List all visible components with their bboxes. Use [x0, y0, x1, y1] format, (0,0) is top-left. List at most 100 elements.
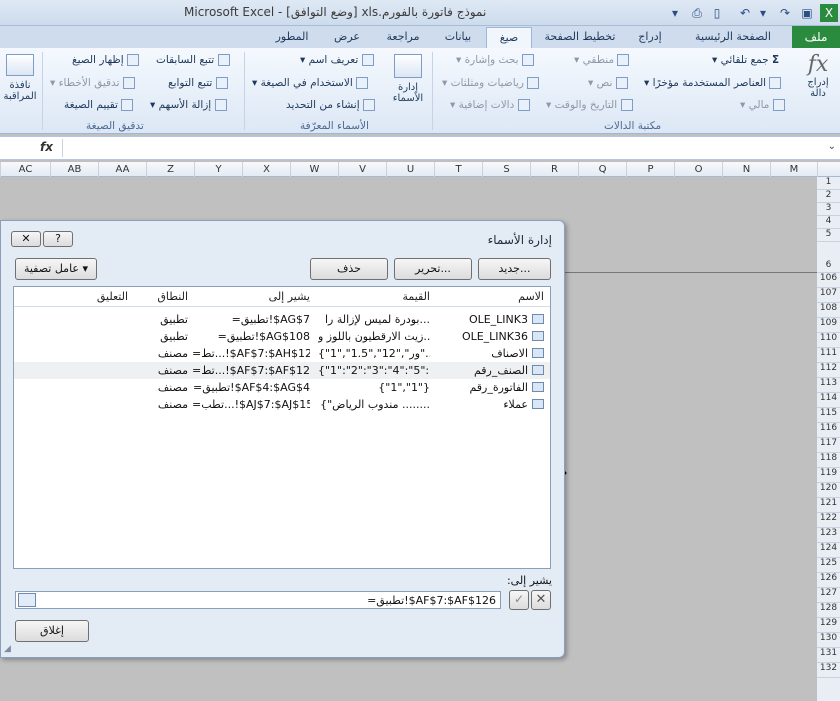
tab-insert[interactable]: إدراج: [628, 27, 672, 48]
filter-button[interactable]: عامل تصفية ▾: [15, 258, 97, 280]
list-item[interactable]: الاصناف {"1","ور","12","1.5"... =تط...!$…: [14, 345, 550, 362]
row-header[interactable]: 119: [817, 468, 840, 483]
undo-icon[interactable]: ↶: [736, 4, 754, 22]
row-header[interactable]: 117: [817, 438, 840, 453]
row-header[interactable]: 115: [817, 408, 840, 423]
row-header[interactable]: 126: [817, 573, 840, 588]
tab-data[interactable]: بيانات: [436, 27, 480, 48]
row-header[interactable]: 121: [817, 498, 840, 513]
column-header[interactable]: Z: [146, 162, 194, 177]
header-refers-to[interactable]: يشير إلى: [269, 290, 310, 303]
customize-qat-icon[interactable]: ▾: [666, 4, 684, 22]
lookup-button[interactable]: بحث وإشارة ▾: [456, 54, 534, 66]
tab-page-layout[interactable]: تخطيط الصفحة: [538, 27, 622, 48]
row-header[interactable]: 4: [817, 216, 840, 229]
list-item[interactable]: الفاتورة_رقم {"1","1"} =تطبيق!$AF$4:$AG$…: [14, 379, 550, 396]
header-comment[interactable]: التعليق: [97, 290, 128, 303]
column-header[interactable]: Q: [578, 162, 626, 177]
row-header[interactable]: 109: [817, 318, 840, 333]
column-header[interactable]: N: [722, 162, 770, 177]
create-from-selection-button[interactable]: إنشاء من التحديد: [286, 99, 375, 111]
row-header[interactable]: 116: [817, 423, 840, 438]
evaluate-formula-button[interactable]: تقييم الصيغة: [64, 99, 134, 111]
row-header[interactable]: 110: [817, 333, 840, 348]
column-header[interactable]: P: [626, 162, 674, 177]
row-header[interactable]: 112: [817, 363, 840, 378]
row-header[interactable]: 2: [817, 190, 840, 203]
new-file-icon[interactable]: ▯: [708, 4, 726, 22]
header-value[interactable]: القيمة: [402, 290, 430, 303]
more-functions-button[interactable]: دالات إضافية ▾: [450, 99, 530, 111]
tab-review[interactable]: مراجعة: [376, 27, 430, 48]
column-header[interactable]: R: [530, 162, 578, 177]
row-header[interactable]: 118: [817, 453, 840, 468]
financial-button[interactable]: مالي ▾: [740, 99, 785, 111]
show-formulas-button[interactable]: إظهار الصيغ: [72, 54, 140, 66]
row-header[interactable]: 120: [817, 483, 840, 498]
tab-view[interactable]: عرض: [324, 27, 370, 48]
row-header[interactable]: 108: [817, 303, 840, 318]
print-preview-icon[interactable]: ⎙: [688, 4, 706, 22]
formula-input[interactable]: [62, 139, 818, 157]
redo-icon[interactable]: ↷: [776, 4, 794, 22]
watch-window-button[interactable]: نافذة المراقبة: [0, 54, 40, 116]
delete-button[interactable]: حذف: [310, 258, 388, 280]
tab-home[interactable]: الصفحة الرئيسية: [689, 27, 777, 48]
row-header[interactable]: 127: [817, 588, 840, 603]
date-time-button[interactable]: التاريخ والوقت ▾: [546, 99, 633, 111]
row-header[interactable]: 6: [817, 242, 840, 273]
row-header[interactable]: 114: [817, 393, 840, 408]
column-header[interactable]: S: [482, 162, 530, 177]
autosum-button[interactable]: Σ جمع تلقائي ▾: [712, 54, 779, 66]
row-header[interactable]: 124: [817, 543, 840, 558]
column-header[interactable]: X: [242, 162, 290, 177]
row-header[interactable]: 106: [817, 273, 840, 288]
text-functions-button[interactable]: نص ▾: [588, 77, 628, 89]
close-button[interactable]: إغلاق: [15, 620, 89, 642]
column-header[interactable]: AB: [50, 162, 98, 177]
header-scope[interactable]: النطاق: [157, 290, 188, 303]
tab-file[interactable]: ملف: [792, 26, 840, 48]
row-header[interactable]: 107: [817, 288, 840, 303]
logical-button[interactable]: منطقي ▾: [574, 54, 630, 66]
names-list[interactable]: الاسم القيمة يشير إلى النطاق التعليق OLE…: [13, 286, 551, 569]
excel-logo-icon[interactable]: X: [820, 4, 838, 22]
row-header[interactable]: 123: [817, 528, 840, 543]
list-item-selected[interactable]: الصنف_رقم {"1":"2":"3":"4":"5":... =تط..…: [14, 362, 550, 379]
close-icon[interactable]: ✕: [11, 231, 41, 247]
row-header[interactable]: 128: [817, 603, 840, 618]
new-button[interactable]: جديد...: [478, 258, 551, 280]
insert-function-fx[interactable]: fx: [40, 140, 53, 154]
edit-button[interactable]: تحرير...: [394, 258, 472, 280]
column-header[interactable]: Y: [194, 162, 242, 177]
row-header[interactable]: 130: [817, 633, 840, 648]
tab-formulas[interactable]: صيغ: [486, 27, 532, 48]
remove-arrows-button[interactable]: إزالة الأسهم ▾: [150, 99, 227, 111]
row-header[interactable]: 122: [817, 513, 840, 528]
row-header[interactable]: 5: [817, 229, 840, 242]
column-header[interactable]: M: [770, 162, 817, 177]
row-header[interactable]: 131: [817, 648, 840, 663]
insert-function-button[interactable]: fx إدراج دالة: [798, 52, 838, 114]
use-in-formula-button[interactable]: الاستخدام في الصيغة ▾: [252, 77, 369, 89]
column-header[interactable]: AA: [98, 162, 146, 177]
list-item[interactable]: OLE_LINK36 زيت الارقطيون باللوز و... =تط…: [14, 328, 550, 345]
header-name[interactable]: الاسم: [518, 290, 544, 303]
trace-precedents-button[interactable]: تتبع السابقات: [156, 54, 230, 66]
math-trig-button[interactable]: رياضيات ومثلثات ▾: [442, 77, 540, 89]
recently-used-button[interactable]: العناصر المستخدمة مؤخرًا ▾: [644, 77, 782, 89]
refers-to-input[interactable]: =تطبيق!$AF$7:$AF$126: [15, 591, 501, 609]
column-header[interactable]: T: [434, 162, 482, 177]
confirm-edit-icon[interactable]: ✓: [509, 590, 529, 610]
row-header[interactable]: 1: [817, 177, 840, 190]
column-header[interactable]: V: [338, 162, 386, 177]
help-icon[interactable]: ?: [43, 231, 73, 247]
row-header[interactable]: 113: [817, 378, 840, 393]
dropdown-icon[interactable]: ▾: [754, 4, 772, 22]
tab-developer[interactable]: المطور: [266, 27, 318, 48]
column-header[interactable]: U: [386, 162, 434, 177]
row-header[interactable]: 111: [817, 348, 840, 363]
column-header[interactable]: AC: [0, 162, 50, 177]
list-item[interactable]: OLE_LINK3 بودرة لميس لإزالة را... =تطبيق…: [14, 311, 550, 328]
collapse-dialog-icon[interactable]: [18, 593, 36, 607]
